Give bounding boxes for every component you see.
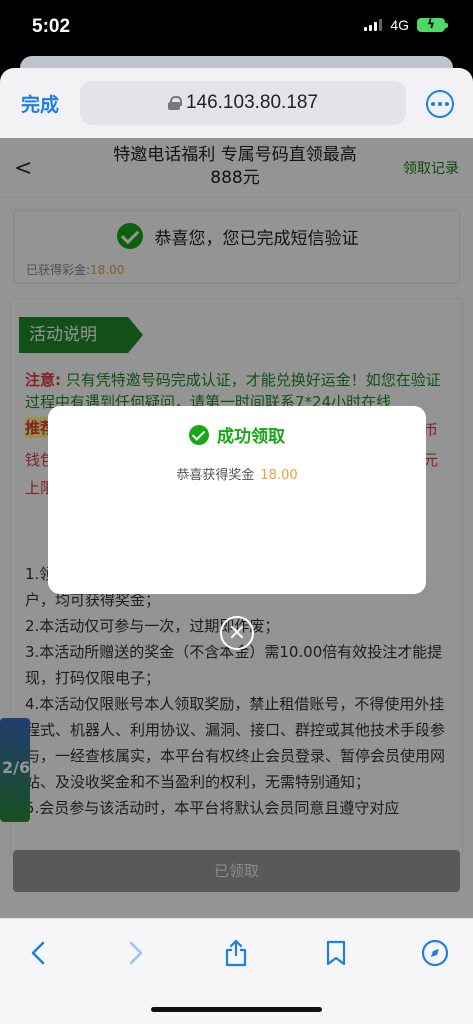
browser-bar: 完成 146.103.80.187 — [0, 68, 473, 138]
lock-icon — [167, 96, 182, 110]
more-options-button[interactable] — [426, 90, 454, 118]
status-indicators: 4G ϟ — [364, 17, 448, 33]
home-indicator — [151, 1007, 322, 1012]
modal-body: 恭喜获得奖金 18.00 — [176, 468, 298, 483]
close-modal-button[interactable]: × — [220, 616, 254, 650]
success-modal: 成功领取 恭喜获得奖金 18.00 — [48, 406, 426, 594]
done-button[interactable]: 完成 — [21, 90, 59, 117]
status-bar: 5:02 4G ϟ — [0, 0, 473, 58]
share-icon[interactable] — [220, 937, 252, 969]
bookmark-icon[interactable] — [320, 937, 352, 969]
forward-icon[interactable] — [120, 937, 152, 969]
status-time: 5:02 — [32, 16, 71, 37]
compass-icon[interactable] — [419, 937, 451, 969]
success-check-icon — [189, 424, 209, 445]
modal-title: 成功领取 — [217, 427, 285, 447]
back-icon[interactable] — [22, 937, 54, 969]
bonus-amount: 18.00 — [260, 468, 298, 483]
url-field[interactable]: 146.103.80.187 — [80, 81, 406, 125]
signal-icon — [364, 19, 383, 31]
url-text: 146.103.80.187 — [185, 92, 319, 113]
battery-icon: ϟ — [417, 17, 448, 32]
network-type: 4G — [390, 17, 409, 33]
